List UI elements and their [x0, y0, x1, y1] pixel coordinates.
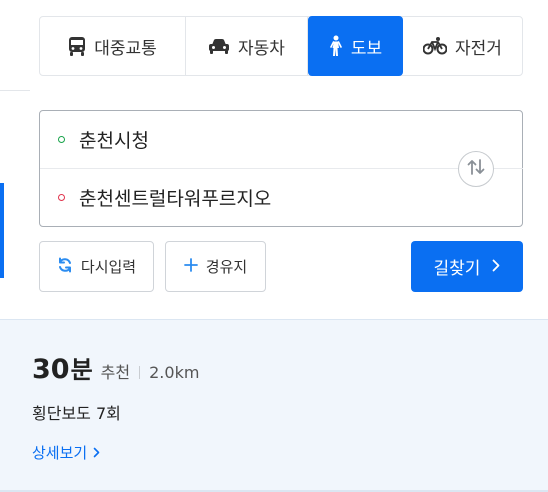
crosswalk-count: 횡단보도 7회 [32, 404, 121, 423]
walk-icon [329, 35, 343, 57]
chevron-right-icon [93, 444, 100, 462]
tab-car-label: 자동차 [238, 38, 285, 59]
tab-walk-label: 도보 [350, 38, 383, 59]
find-route-label: 길찾기 [433, 259, 481, 279]
swap-button[interactable] [458, 151, 494, 187]
result-summary: 30 분 추천 2.0km [32, 350, 199, 385]
route-input-box [39, 110, 523, 227]
divider [0, 90, 30, 91]
duration-unit: 분 [70, 356, 93, 384]
tab-transit[interactable]: 대중교통 [40, 17, 186, 75]
tab-bike[interactable]: 자전거 [403, 17, 522, 75]
detail-link[interactable]: 상세보기 [32, 442, 100, 463]
reset-button[interactable]: 다시입력 [39, 241, 154, 292]
origin-dot-icon [58, 136, 65, 143]
destination-input[interactable] [79, 186, 419, 209]
swap-icon [467, 159, 485, 179]
distance-value: 2.0km [149, 363, 200, 382]
origin-row [40, 111, 450, 168]
tab-car[interactable]: 자동차 [186, 17, 308, 75]
route-result-card[interactable]: 30 분 추천 2.0km 횡단보도 7회 상세보기 [0, 319, 548, 492]
summary-divider [139, 366, 141, 379]
origin-input[interactable] [79, 128, 419, 151]
recommend-tag: 추천 [100, 363, 131, 382]
detail-link-label: 상세보기 [32, 444, 88, 462]
chevron-right-icon [492, 257, 500, 277]
add-waypoint-button[interactable]: 경유지 [165, 241, 266, 292]
tab-transit-label: 대중교통 [94, 38, 157, 59]
find-route-button[interactable]: 길찾기 [411, 241, 523, 292]
destination-dot-icon [58, 194, 65, 201]
refresh-icon [57, 257, 73, 277]
destination-row [40, 169, 450, 226]
reset-button-label: 다시입력 [80, 258, 137, 276]
tab-walk[interactable]: 도보 [308, 16, 403, 76]
plus-icon [183, 257, 198, 276]
tab-bike-label: 자전거 [455, 38, 502, 59]
bike-icon [423, 37, 448, 55]
transport-mode-tabs: 대중교통 자동차 도보 자전거 [39, 16, 523, 76]
bus-icon [68, 36, 86, 56]
waypoint-button-label: 경유지 [205, 258, 248, 276]
duration-value: 30 [32, 354, 70, 385]
panel-left-accent [0, 183, 4, 278]
car-icon [208, 38, 230, 54]
